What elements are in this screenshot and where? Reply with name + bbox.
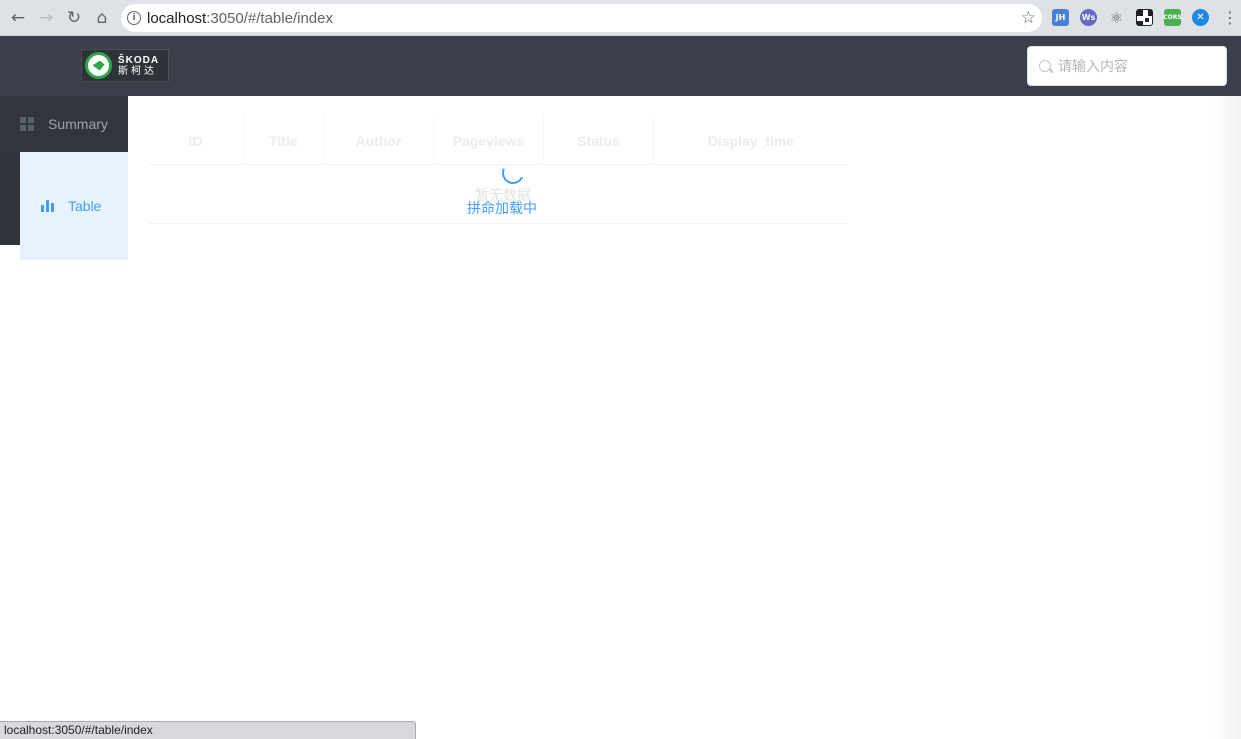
column-header-id[interactable]: ID — [148, 116, 244, 165]
browser-menu-icon[interactable]: ⋮ — [1222, 8, 1238, 27]
column-header-status[interactable]: Status — [544, 116, 654, 165]
back-arrow-icon[interactable]: ← — [6, 6, 30, 30]
table-header: ID Title Author Pageviews Status Display… — [148, 116, 848, 165]
column-header-display-time[interactable]: Display_time — [654, 116, 848, 165]
sidebar-item-label: Summary — [48, 116, 108, 132]
loading-text: 拼命加载中 — [467, 200, 537, 216]
cors-extension-icon[interactable]: CORS — [1163, 9, 1182, 26]
column-header-title[interactable]: Title — [244, 116, 324, 165]
bar-chart-icon — [40, 199, 54, 213]
bookmark-star-icon[interactable]: ☆ — [1021, 8, 1036, 28]
data-table: ID Title Author Pageviews Status Display… — [148, 116, 848, 224]
column-header-pageviews[interactable]: Pageviews — [434, 116, 544, 165]
url-host: localhost — [147, 9, 207, 27]
app-header: ŠKODA 斯柯达 — [0, 36, 1241, 96]
sidebar-item-label: Table — [68, 198, 102, 214]
sidebar-item-summary[interactable]: Summary — [0, 96, 128, 152]
qr-code-icon[interactable] — [1136, 9, 1153, 26]
main-content: ID Title Author Pageviews Status Display… — [128, 96, 1241, 739]
site-info-icon[interactable]: i — [127, 11, 141, 25]
skoda-logo[interactable]: ŠKODA 斯柯达 — [81, 49, 169, 82]
logo-text-latin: ŠKODA — [118, 54, 160, 66]
forward-arrow-icon[interactable]: → — [34, 6, 58, 30]
react-devtools-icon[interactable]: ⚛ — [1108, 9, 1125, 27]
url-path: :3050/#/table/index — [206, 9, 333, 27]
search-box[interactable] — [1027, 46, 1227, 86]
blue-extension-icon[interactable]: ✕ — [1192, 9, 1209, 26]
search-icon — [1039, 60, 1051, 72]
browser-toolbar: ← → ↻ ⌂ i localhost:3050/#/table/index ☆… — [0, 0, 1241, 36]
skoda-emblem-icon — [85, 52, 112, 79]
logo-text-chinese: 斯柯达 — [118, 65, 157, 77]
home-icon[interactable]: ⌂ — [90, 6, 114, 30]
browser-status-bar: localhost:3050/#/table/index — [0, 721, 416, 739]
sidebar: Summary Table — [0, 96, 720, 260]
address-bar[interactable]: i localhost:3050/#/table/index ☆ — [121, 4, 1042, 32]
column-header-author[interactable]: Author — [324, 116, 434, 165]
scroll-edge-shadow — [1211, 96, 1241, 739]
reload-icon[interactable]: ↻ — [62, 6, 86, 30]
jh-extension-icon[interactable]: JH — [1052, 9, 1069, 26]
grid-icon — [20, 117, 34, 131]
search-input[interactable] — [1058, 58, 1218, 74]
ws-extension-icon[interactable]: Ws — [1080, 9, 1097, 26]
